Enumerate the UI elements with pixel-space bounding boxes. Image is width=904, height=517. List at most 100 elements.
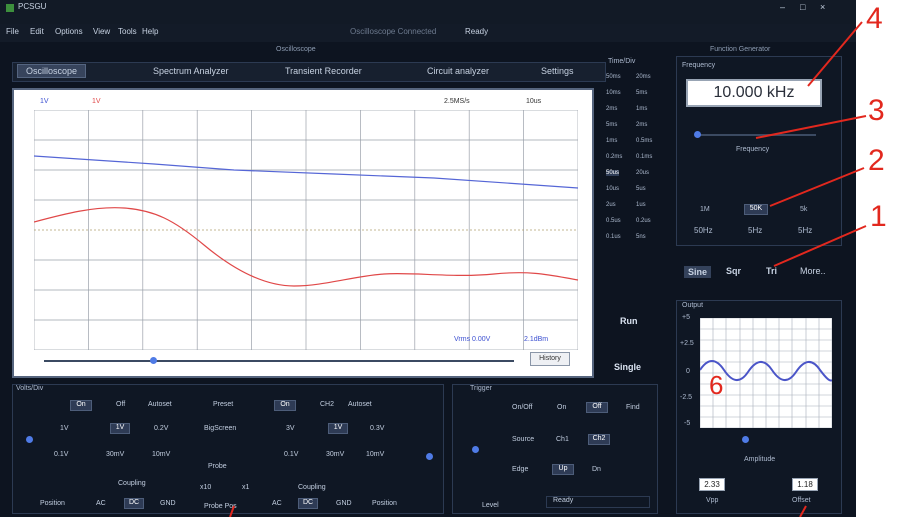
menu-edit[interactable]: Edit — [30, 27, 44, 36]
ch1-coupling-ac[interactable]: AC — [96, 500, 106, 507]
ch1-volt-option[interactable]: 0.2V — [154, 425, 168, 432]
ch2-volt-option[interactable]: 0.3V — [370, 425, 384, 432]
trigger-source-ch1[interactable]: Ch1 — [556, 436, 569, 443]
preset-button[interactable]: Preset — [213, 401, 233, 408]
range-mid-bottom[interactable]: 5Hz — [748, 226, 762, 235]
trigger-on-button[interactable]: On — [557, 404, 566, 411]
time-div-option[interactable]: 20ms — [636, 74, 651, 80]
minimize-button[interactable]: – — [780, 2, 785, 12]
output-ytick: 0 — [686, 368, 690, 375]
range-left-top[interactable]: 1M — [700, 206, 710, 213]
trigger-edge-dn[interactable]: Dn — [592, 466, 601, 473]
menu-file[interactable]: File — [6, 27, 19, 36]
tab-settings[interactable]: Settings — [541, 66, 574, 76]
time-div-option[interactable]: 10us — [606, 186, 619, 192]
vpp-value-box[interactable]: 2.33 — [699, 478, 725, 491]
frequency-slider-knob[interactable] — [694, 131, 701, 138]
tab-oscilloscope[interactable]: Oscilloscope — [17, 64, 87, 78]
ch1-coupling-gnd[interactable]: GND — [160, 500, 176, 507]
frequency-display[interactable]: 10.000 kHz — [686, 79, 822, 107]
menu-view[interactable]: View — [93, 27, 110, 36]
wave-square-button[interactable]: Sqr — [726, 266, 741, 276]
time-div-option[interactable]: 2us — [606, 202, 616, 208]
wave-sine-button[interactable]: Sine — [684, 266, 712, 278]
time-div-option[interactable]: 0.2ms — [606, 154, 622, 160]
time-div-option[interactable]: 10ms — [606, 90, 621, 96]
scope-position-slider-track[interactable] — [44, 360, 514, 362]
time-div-option-selected[interactable]: 50us — [606, 170, 620, 176]
tab-transient-recorder[interactable]: Transient Recorder — [285, 66, 362, 76]
ch1-volt-option[interactable]: 10mV — [152, 451, 170, 458]
history-button[interactable]: History — [530, 352, 570, 366]
ch1-volt-option[interactable]: 30mV — [106, 451, 124, 458]
time-div-option[interactable]: 2ms — [606, 106, 617, 112]
wave-triangle-button[interactable]: Tri — [766, 266, 777, 276]
connection-status: Oscilloscope Connected — [350, 27, 437, 36]
trigger-source-ch2[interactable]: Ch2 — [588, 434, 610, 445]
maximize-button[interactable]: □ — [800, 2, 805, 12]
time-div-option[interactable]: 0.5ms — [636, 138, 652, 144]
run-button[interactable]: Run — [620, 316, 638, 326]
ch2-coupling-gnd[interactable]: GND — [336, 500, 352, 507]
ch2-volt-option[interactable]: 0.1V — [284, 451, 298, 458]
range-left-bottom[interactable]: 50Hz — [694, 226, 713, 235]
trigger-edge-up[interactable]: Up — [552, 464, 574, 475]
single-button[interactable]: Single — [614, 362, 641, 372]
time-div-option[interactable]: 5ns — [636, 234, 646, 240]
ch1-on-button[interactable]: On — [70, 400, 92, 411]
ch2-volt-option[interactable]: 30mV — [326, 451, 344, 458]
time-div-option[interactable]: 1ms — [636, 106, 647, 112]
trigger-level-knob[interactable] — [472, 446, 479, 453]
time-div-option[interactable]: 0.1ms — [636, 154, 652, 160]
ch1-position-knob[interactable] — [26, 436, 33, 443]
range-right-bottom[interactable]: 5Hz — [798, 226, 812, 235]
offset-value-box[interactable]: 1.18 — [792, 478, 818, 491]
time-div-option[interactable]: 0.5us — [606, 218, 621, 224]
ch2-coupling-dc[interactable]: DC — [298, 498, 318, 509]
menu-tools[interactable]: Tools — [118, 27, 137, 36]
probe-x1-option[interactable]: x1 — [242, 484, 249, 491]
ch1-autoset-button[interactable]: Autoset — [148, 401, 172, 408]
close-button[interactable]: × — [820, 2, 825, 12]
time-div-option[interactable]: 5ms — [606, 122, 617, 128]
scope-grid[interactable] — [33, 109, 579, 351]
time-div-option[interactable]: 2ms — [636, 122, 647, 128]
scope-position-slider-knob[interactable] — [150, 357, 157, 364]
probe-x10-option[interactable]: x10 — [200, 484, 211, 491]
tab-spectrum-analyzer[interactable]: Spectrum Analyzer — [153, 66, 229, 76]
menu-help[interactable]: Help — [142, 27, 158, 36]
ch2-volt-selected[interactable]: 1V — [328, 423, 348, 434]
wave-more-button[interactable]: More.. — [800, 266, 826, 276]
amplitude-slider-knob[interactable] — [742, 436, 749, 443]
frequency-slider-label: Frequency — [736, 146, 770, 153]
menu-options[interactable]: Options — [55, 27, 83, 36]
ch2-on-button[interactable]: On — [274, 400, 296, 411]
ch2-volt-option[interactable]: 3V — [286, 425, 295, 432]
ch1-volt-option[interactable]: 1V — [60, 425, 69, 432]
ch1-coupling-dc[interactable]: DC — [124, 498, 144, 509]
tab-circuit-analyzer[interactable]: Circuit analyzer — [427, 66, 489, 76]
ch2-coupling-ac[interactable]: AC — [272, 500, 282, 507]
ch2-autoset-button[interactable]: Autoset — [348, 401, 372, 408]
trigger-find-button[interactable]: Find — [626, 404, 640, 411]
time-div-option[interactable]: 20us — [636, 170, 649, 176]
time-div-option[interactable]: 0.1us — [606, 234, 621, 240]
time-div-option[interactable]: 50ms — [606, 74, 621, 80]
ch1-off-button[interactable]: Off — [116, 401, 125, 408]
time-div-option[interactable]: 5us — [636, 186, 646, 192]
ch2-position-knob[interactable] — [426, 453, 433, 460]
time-div-option[interactable]: 0.2us — [636, 218, 651, 224]
ch1-volt-selected[interactable]: 1V — [110, 423, 130, 434]
range-mid-top[interactable]: 50K — [744, 204, 768, 215]
time-div-option[interactable]: 5ms — [636, 90, 647, 96]
trigger-off-button[interactable]: Off — [586, 402, 608, 413]
trigger-onoff-label: On/Off — [512, 404, 533, 411]
range-right-top[interactable]: 5k — [800, 206, 807, 213]
ch2-volt-option[interactable]: 10mV — [366, 451, 384, 458]
time-div-option[interactable]: 1ms — [606, 138, 617, 144]
ch1-volt-option[interactable]: 0.1V — [54, 451, 68, 458]
bigscreen-button[interactable]: BigScreen — [204, 425, 236, 432]
function-generator-group-title: Function Generator — [710, 46, 771, 53]
time-div-option[interactable]: 1us — [636, 202, 646, 208]
frequency-slider-track[interactable] — [696, 134, 816, 136]
